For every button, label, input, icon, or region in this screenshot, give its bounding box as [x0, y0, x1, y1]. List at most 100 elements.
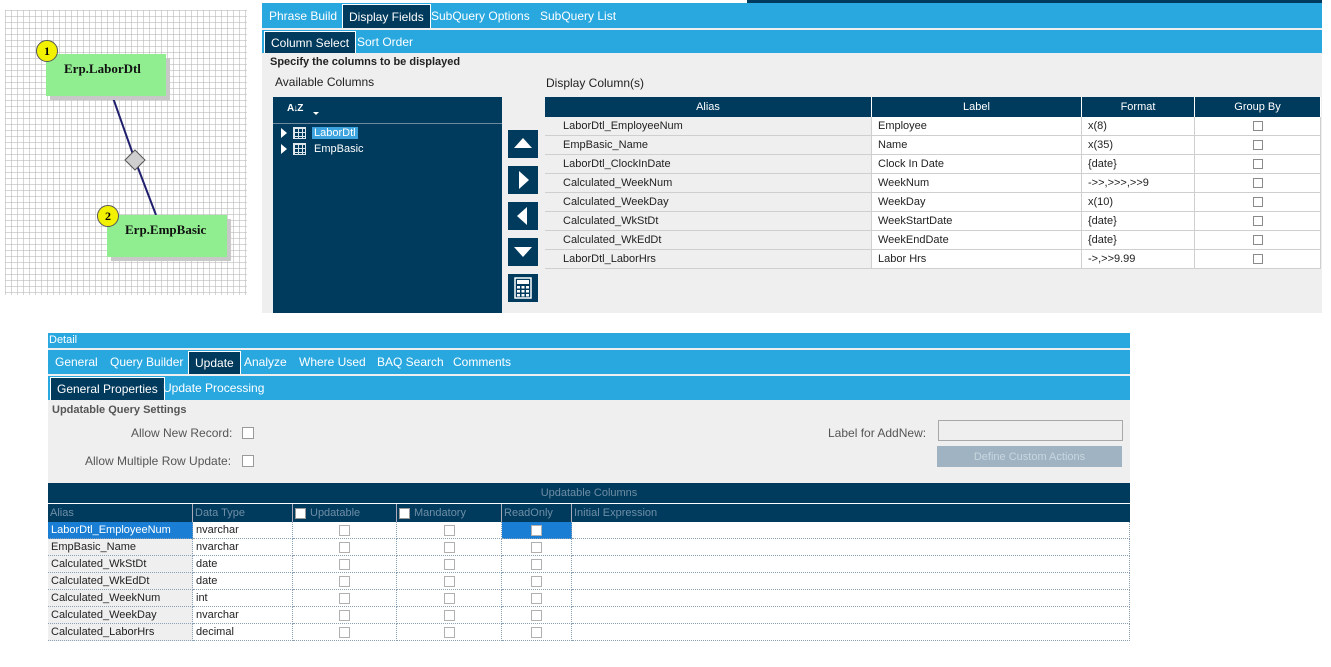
alias-cell[interactable]: EmpBasic_Name — [48, 539, 193, 556]
group-by-cell[interactable] — [1195, 174, 1321, 193]
table-node-labordtl[interactable]: Erp.LaborDtl — [46, 54, 166, 96]
readonly-checkbox[interactable] — [531, 541, 542, 553]
tab-general[interactable]: General — [49, 350, 104, 374]
mandatory-cell[interactable] — [397, 590, 502, 607]
updatable-checkbox[interactable] — [339, 575, 350, 587]
table-row[interactable]: LaborDtl_LaborHrs Labor Hrs ->,>>9.99 — [545, 250, 1321, 269]
format-cell[interactable]: {date} — [1082, 212, 1195, 231]
group-by-checkbox[interactable] — [1252, 216, 1263, 226]
alias-cell[interactable]: EmpBasic_Name — [545, 136, 872, 155]
readonly-checkbox[interactable] — [531, 558, 542, 570]
table-row[interactable]: Calculated_LaborHrs decimal — [48, 624, 1130, 641]
type-cell[interactable]: date — [193, 573, 293, 590]
define-custom-actions-button[interactable]: Define Custom Actions — [937, 446, 1122, 467]
type-cell[interactable]: nvarchar — [193, 539, 293, 556]
mandatory-checkbox[interactable] — [443, 609, 455, 621]
group-by-checkbox[interactable] — [1252, 197, 1263, 207]
group-by-cell[interactable] — [1195, 212, 1321, 231]
add-column-button[interactable] — [508, 166, 538, 194]
format-cell[interactable]: ->>,>>>,>>9 — [1082, 174, 1195, 193]
mandatory-checkbox[interactable] — [443, 575, 455, 587]
column-header-alias[interactable]: Alias — [545, 97, 872, 117]
mandatory-cell[interactable] — [397, 607, 502, 624]
table-row[interactable]: Calculated_WeekDay WeekDay x(10) — [545, 193, 1321, 212]
label-cell[interactable]: WeekDay — [872, 193, 1082, 212]
updatable-cell[interactable] — [293, 556, 397, 573]
type-cell[interactable]: decimal — [193, 624, 293, 641]
updatable-cell[interactable] — [293, 624, 397, 641]
table-row[interactable]: Calculated_WkEdDt WeekEndDate {date} — [545, 231, 1321, 250]
format-cell[interactable]: {date} — [1082, 155, 1195, 174]
dropdown-arrow-icon[interactable] — [313, 112, 319, 115]
updatable-checkbox[interactable] — [339, 541, 350, 553]
label-cell[interactable]: WeekEndDate — [872, 231, 1082, 250]
alias-cell[interactable]: Calculated_WeekNum — [545, 174, 872, 193]
updatable-checkbox[interactable] — [339, 558, 350, 570]
updatable-checkbox[interactable] — [339, 609, 350, 621]
initial-cell[interactable] — [572, 522, 1130, 539]
column-header-label[interactable]: Label — [872, 97, 1082, 117]
initial-cell[interactable] — [572, 590, 1130, 607]
calculator-button[interactable] — [508, 274, 538, 302]
mandatory-cell[interactable] — [397, 522, 502, 539]
group-by-checkbox[interactable] — [1252, 235, 1263, 245]
updatable-checkbox[interactable] — [339, 524, 350, 536]
mandatory-checkbox[interactable] — [443, 558, 455, 570]
column-header-alias[interactable]: Alias — [48, 504, 193, 522]
initial-cell[interactable] — [572, 573, 1130, 590]
table-row[interactable]: Calculated_WkStDt WeekStartDate {date} — [545, 212, 1321, 231]
updatable-cell[interactable] — [293, 522, 397, 539]
select-all-mandatory-checkbox[interactable] — [399, 507, 410, 519]
table-row[interactable]: LaborDtl_ClockInDate Clock In Date {date} — [545, 155, 1321, 174]
updatable-checkbox[interactable] — [339, 592, 350, 604]
type-cell[interactable]: nvarchar — [193, 522, 293, 539]
tab-sort-order[interactable]: Sort Order — [351, 30, 419, 53]
initial-cell[interactable] — [572, 624, 1130, 641]
group-by-cell[interactable] — [1195, 250, 1321, 269]
readonly-checkbox[interactable] — [531, 609, 542, 621]
mandatory-checkbox[interactable] — [443, 592, 455, 604]
updatable-cell[interactable] — [293, 573, 397, 590]
alias-cell[interactable]: LaborDtl_EmployeeNum — [545, 117, 872, 136]
group-by-checkbox[interactable] — [1252, 254, 1263, 264]
tab-update-processing[interactable]: Update Processing — [157, 376, 270, 400]
initial-cell[interactable] — [572, 556, 1130, 573]
label-for-addnew-input[interactable] — [938, 420, 1123, 441]
readonly-cell[interactable] — [502, 556, 572, 573]
tab-baq-search[interactable]: BAQ Search — [371, 350, 450, 374]
alias-cell[interactable]: Calculated_WkEdDt — [545, 231, 872, 250]
updatable-cell[interactable] — [293, 607, 397, 624]
remove-column-button[interactable] — [508, 202, 538, 230]
allow-new-record-checkbox[interactable] — [242, 427, 254, 439]
table-row[interactable]: EmpBasic_Name Name x(35) — [545, 136, 1321, 155]
mandatory-cell[interactable] — [397, 573, 502, 590]
tree-item-labordtl[interactable]: LaborDtl — [281, 125, 358, 141]
label-cell[interactable]: WeekNum — [872, 174, 1082, 193]
readonly-cell[interactable] — [502, 573, 572, 590]
table-row[interactable]: LaborDtl_EmployeeNum Employee x(8) — [545, 117, 1321, 136]
mandatory-checkbox[interactable] — [443, 626, 455, 638]
column-header-readonly[interactable]: ReadOnly — [502, 504, 572, 522]
alias-cell[interactable]: LaborDtl_LaborHrs — [545, 250, 872, 269]
mandatory-cell[interactable] — [397, 539, 502, 556]
column-header-data-type[interactable]: Data Type — [193, 504, 293, 522]
column-header-mandatory[interactable]: Mandatory — [397, 504, 502, 522]
label-cell[interactable]: WeekStartDate — [872, 212, 1082, 231]
group-by-cell[interactable] — [1195, 231, 1321, 250]
label-cell[interactable]: Employee — [872, 117, 1082, 136]
tab-update[interactable]: Update — [188, 351, 241, 374]
column-header-initial-expression[interactable]: Initial Expression — [572, 504, 1130, 522]
type-cell[interactable]: nvarchar — [193, 607, 293, 624]
tree-item-empbasic[interactable]: EmpBasic — [281, 141, 366, 157]
select-all-updatable-checkbox[interactable] — [295, 507, 306, 519]
tab-comments[interactable]: Comments — [447, 350, 517, 374]
group-by-checkbox[interactable] — [1252, 140, 1263, 150]
readonly-cell[interactable] — [502, 522, 572, 539]
updatable-cell[interactable] — [293, 590, 397, 607]
alias-cell[interactable]: Calculated_WeekDay — [545, 193, 872, 212]
alias-cell[interactable]: Calculated_WeekDay — [48, 607, 193, 624]
tab-display-fields[interactable]: Display Fields — [342, 4, 431, 28]
readonly-checkbox[interactable] — [531, 592, 542, 604]
sort-az-icon[interactable]: A↓Z — [287, 103, 303, 114]
table-row[interactable]: Calculated_WkStDt date — [48, 556, 1130, 573]
